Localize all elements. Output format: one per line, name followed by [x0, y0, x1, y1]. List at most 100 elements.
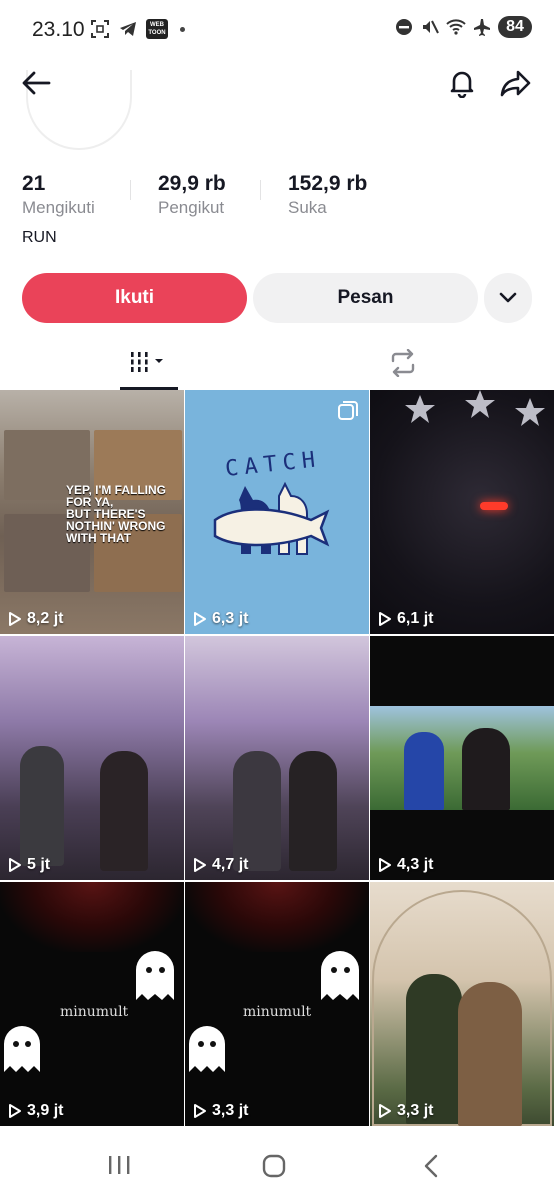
ghost-icon	[321, 951, 359, 1000]
system-back-button[interactable]	[420, 1154, 444, 1183]
view-count-text: 4,3 jt	[397, 856, 434, 873]
person-silhouette	[20, 746, 64, 866]
person-silhouette	[458, 982, 522, 1126]
arrow-left-icon	[22, 71, 51, 95]
stars-pattern	[405, 390, 545, 426]
video-overlay-text: minumult	[243, 1004, 312, 1020]
play-icon	[379, 612, 391, 626]
following-count: 21	[22, 172, 46, 195]
video-overlay-text: minumult	[60, 1004, 129, 1020]
video-thumbnail[interactable]: CATCH 6,3 jt	[185, 390, 369, 634]
play-icon	[9, 1104, 21, 1118]
play-icon	[194, 612, 206, 626]
person-silhouette	[289, 751, 337, 871]
view-count: 4,3 jt	[378, 856, 433, 874]
bell-icon	[450, 71, 474, 98]
view-count: 8,2 jt	[8, 610, 63, 628]
screenshot-icon	[91, 20, 109, 38]
video-thumbnail[interactable]: 4,7 jt	[185, 636, 369, 880]
webtoon-icon: WEB TOON	[146, 19, 168, 39]
video-caption: BUT THERE'S NOTHIN' WRONG WITH THAT	[66, 507, 166, 545]
chevron-down-icon	[499, 292, 517, 303]
follow-button[interactable]: Ikuti	[22, 273, 247, 323]
view-count: 4,7 jt	[193, 856, 248, 874]
video-grid: YEP, I'M FALLING FOR YA, BUT THERE'S NOT…	[0, 390, 554, 1128]
recent-apps-icon	[109, 1156, 130, 1174]
chevron-left-icon	[424, 1154, 438, 1178]
view-count-text: 6,3 jt	[212, 610, 249, 627]
stat-likes[interactable]: 152,9 rb Suka	[288, 172, 367, 218]
play-icon	[9, 612, 21, 626]
view-count-text: 3,9 jt	[27, 1102, 64, 1119]
likes-label: Suka	[288, 198, 327, 217]
person-silhouette	[462, 728, 510, 810]
status-right-icons: 84	[394, 16, 532, 38]
person-silhouette	[404, 732, 444, 810]
tab-videos[interactable]	[120, 336, 178, 390]
person-silhouette	[100, 751, 148, 871]
red-light	[480, 502, 508, 510]
grid-icon	[131, 351, 163, 372]
stat-following[interactable]: 21 Mengikuti	[22, 172, 95, 218]
video-thumbnail[interactable]: minumult 3,9 jt	[0, 882, 184, 1126]
status-left-icons: WEB TOON	[90, 19, 185, 39]
play-icon	[9, 858, 21, 872]
video-thumbnail[interactable]: 5 jt	[0, 636, 184, 880]
view-count: 3,3 jt	[193, 1102, 248, 1120]
likes-count: 152,9 rb	[288, 172, 368, 195]
share-arrow-icon	[500, 70, 531, 97]
video-thumbnail[interactable]: YEP, I'M FALLING FOR YA, BUT THERE'S NOT…	[0, 390, 184, 634]
followers-count: 29,9 rb	[158, 172, 226, 195]
airplane-icon	[474, 19, 490, 36]
cats-illustration	[213, 481, 330, 555]
mute-icon	[423, 20, 439, 34]
video-thumbnail[interactable]: minumult 3,3 jt	[185, 882, 369, 1126]
profile-tabs	[0, 336, 554, 390]
view-count: 6,3 jt	[193, 610, 248, 628]
stat-followers[interactable]: 29,9 rb Pengikut	[158, 172, 226, 218]
profile-stats: 21 Mengikuti 29,9 rb Pengikut 152,9 rb S…	[22, 172, 532, 222]
back-button[interactable]	[18, 65, 54, 101]
recent-apps-button[interactable]	[104, 1154, 134, 1181]
repost-icon	[391, 349, 415, 377]
view-count-text: 5 jt	[27, 856, 51, 873]
play-icon	[194, 1104, 206, 1118]
view-count-text: 4,7 jt	[212, 856, 249, 873]
home-icon	[262, 1154, 286, 1178]
status-bar: 23.10 WEB TOON 84	[0, 0, 554, 60]
home-button[interactable]	[260, 1154, 288, 1183]
profile-bio: RUN	[22, 229, 57, 246]
notification-dot	[180, 26, 185, 32]
message-button[interactable]: Pesan	[253, 273, 478, 323]
notification-bell-button[interactable]	[444, 65, 480, 101]
following-label: Mengikuti	[22, 198, 95, 217]
view-count-text: 3,3 jt	[397, 1102, 434, 1119]
red-glow	[185, 882, 369, 952]
video-thumbnail[interactable]: 3,3 jt	[370, 882, 554, 1126]
view-count: 5 jt	[8, 856, 50, 874]
view-count: 3,9 jt	[8, 1102, 63, 1120]
tab-reposts[interactable]	[374, 336, 432, 390]
stat-divider	[260, 180, 261, 200]
video-thumbnail[interactable]: 6,1 jt	[370, 390, 554, 634]
share-button[interactable]	[498, 65, 534, 101]
stat-divider	[130, 180, 131, 200]
video-thumbnail[interactable]: 4,3 jt	[370, 636, 554, 880]
view-count: 6,1 jt	[378, 610, 433, 628]
view-count-text: 3,3 jt	[212, 1102, 249, 1119]
ghost-icon	[136, 951, 174, 1000]
followers-label: Pengikut	[158, 198, 225, 217]
red-glow	[0, 882, 184, 952]
do-not-disturb-icon	[396, 19, 412, 35]
suggested-accounts-button[interactable]	[484, 273, 532, 323]
person-silhouette	[233, 751, 281, 871]
telegram-icon	[120, 22, 136, 36]
view-count-text: 8,2 jt	[27, 610, 64, 627]
play-icon	[379, 858, 391, 872]
view-count: 3,3 jt	[378, 1102, 433, 1120]
play-icon	[379, 1104, 391, 1118]
ghost-icon	[4, 1026, 40, 1072]
profile-header	[0, 60, 554, 110]
wifi-icon	[446, 19, 466, 35]
video-caption: YEP, I'M FALLING FOR YA,	[66, 483, 166, 509]
